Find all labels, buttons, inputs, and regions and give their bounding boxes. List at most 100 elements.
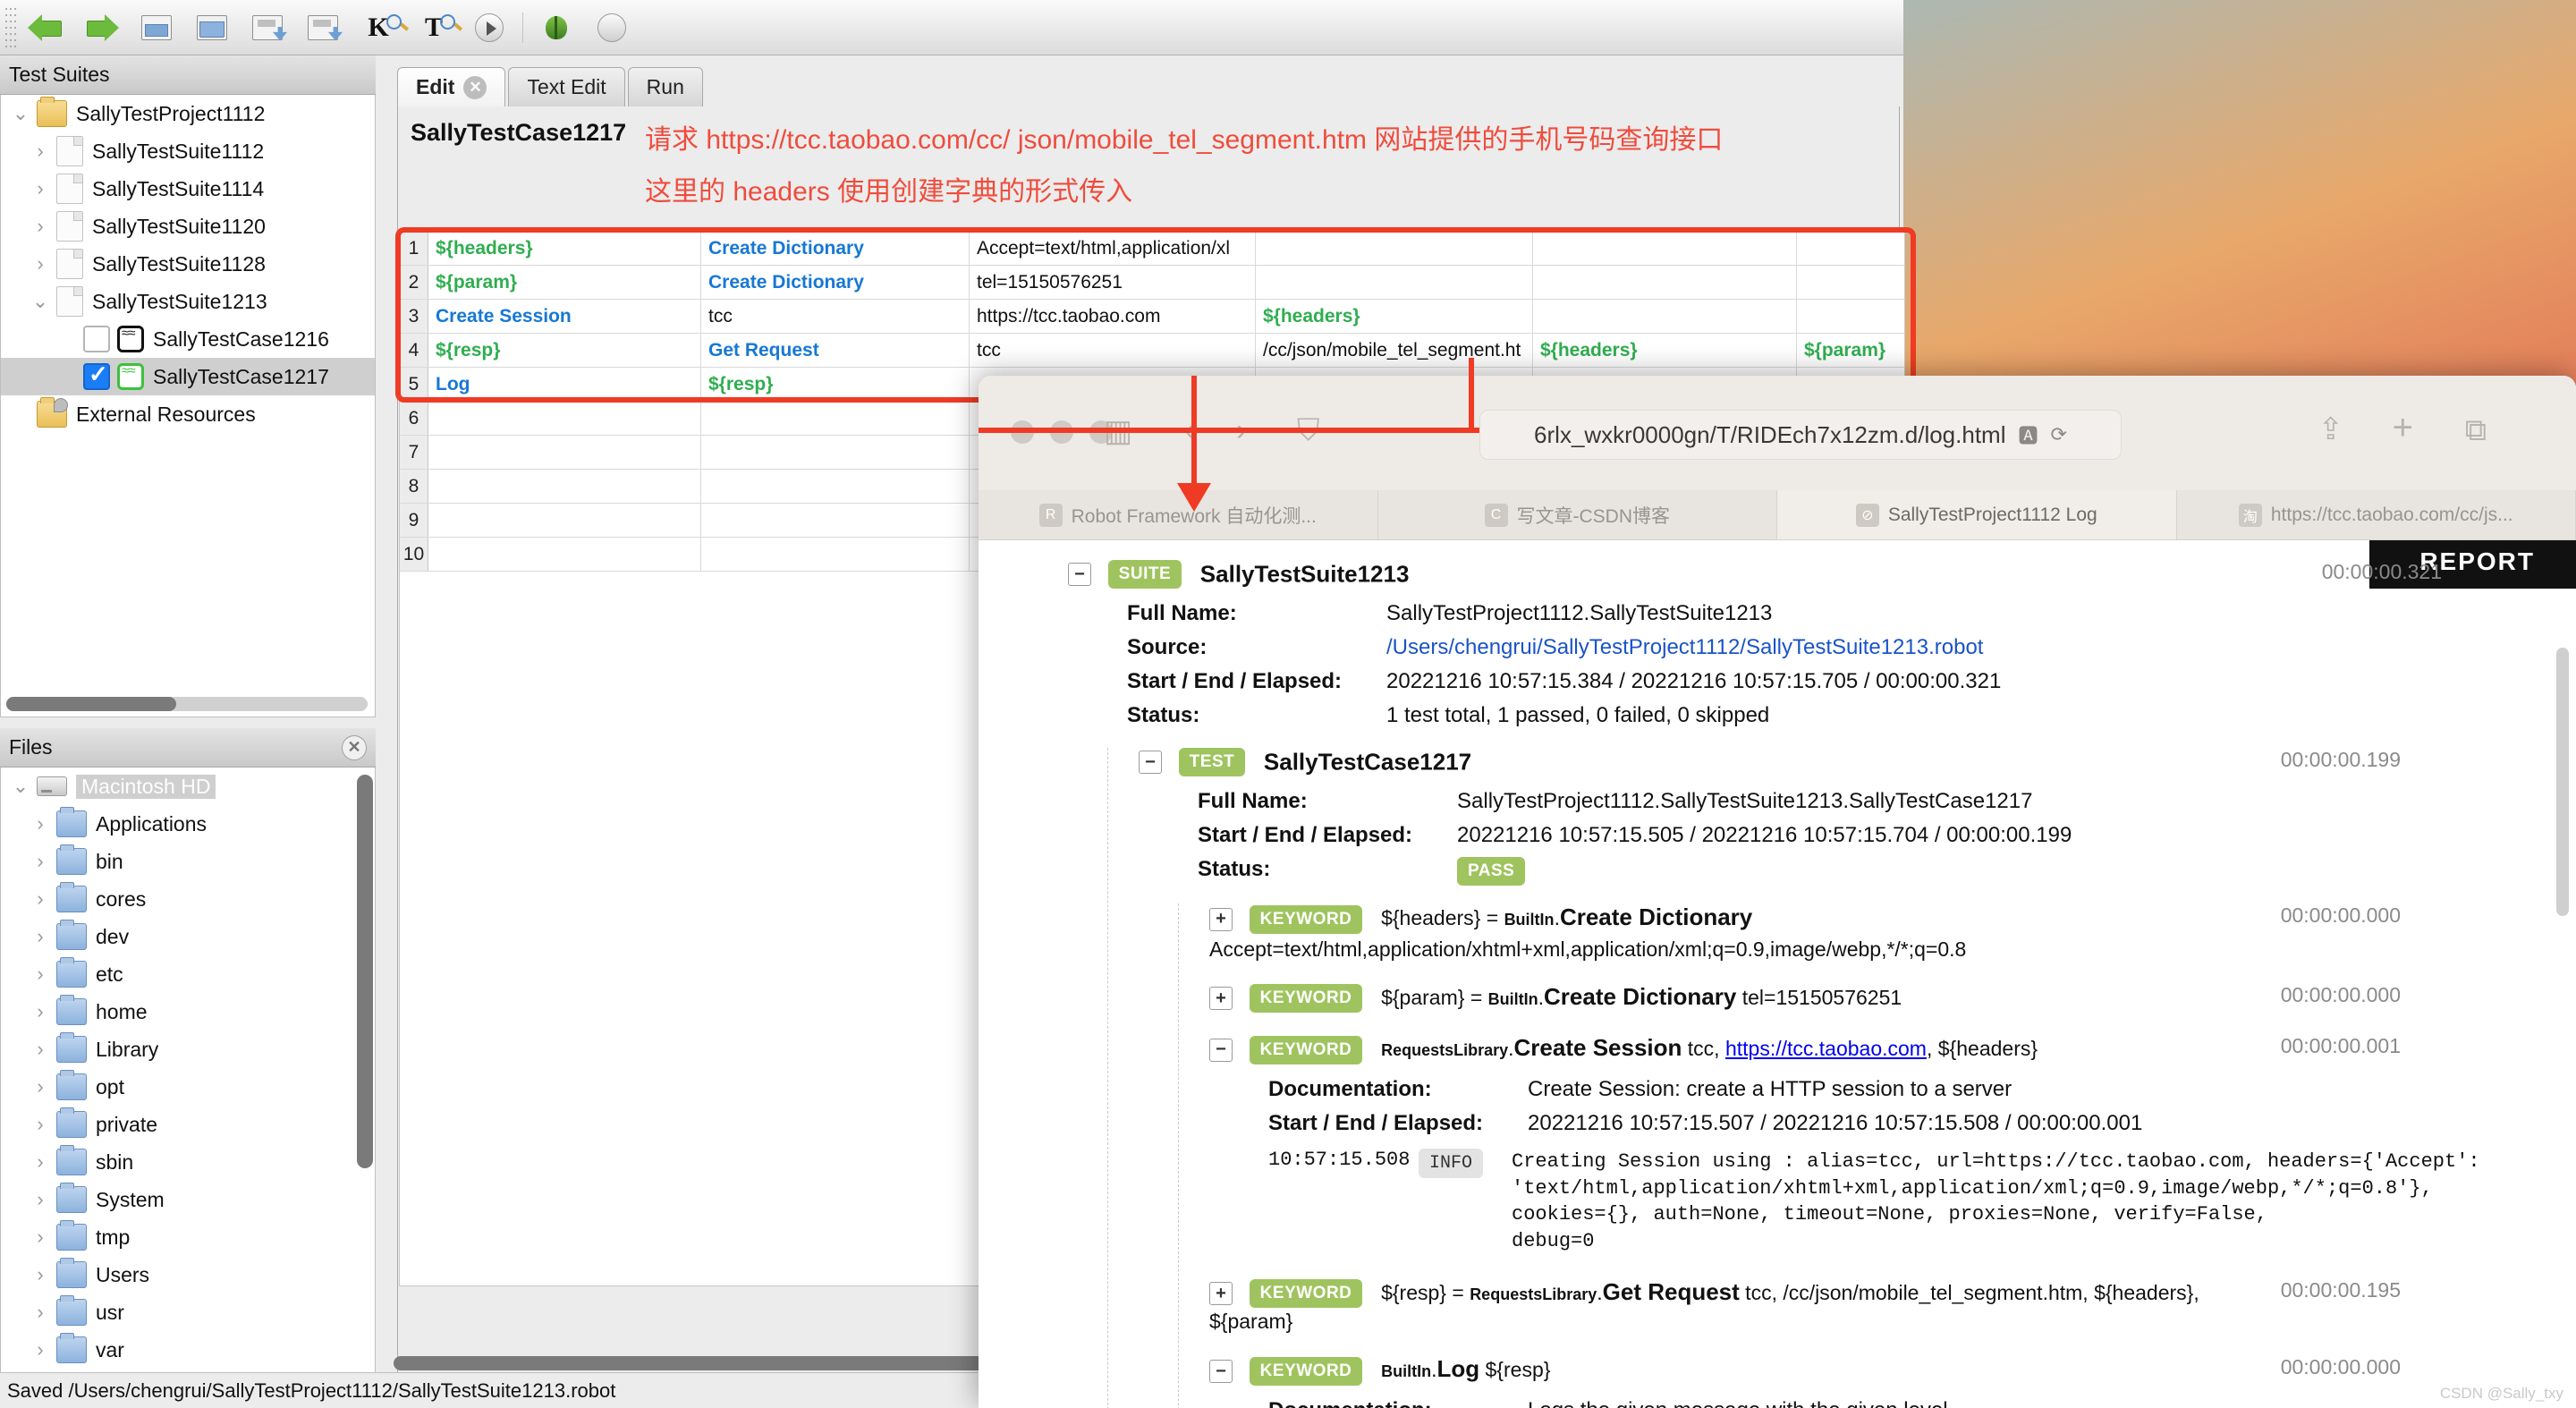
twisty-down-icon[interactable]: ⌄ [4,775,37,798]
twisty-right-icon[interactable]: › [24,1000,56,1023]
tab-edit[interactable]: Edit ✕ [397,67,506,106]
files-node-private[interactable]: › private [1,1106,375,1143]
grid-cell[interactable]: tel=15150576251 [970,266,1256,299]
suites-hscroll-thumb[interactable] [6,697,176,711]
twisty-right-icon[interactable]: › [24,1188,56,1211]
toolbar-drag-grip[interactable] [4,6,18,48]
twisty-right-icon[interactable]: › [24,1113,56,1136]
twisty-right-icon[interactable]: › [24,252,56,276]
files-node-opt[interactable]: › opt [1,1068,375,1106]
grid-cell[interactable] [1533,300,1797,333]
grid-cell[interactable]: Create Dictionary [701,232,970,265]
twisty-right-icon[interactable]: › [24,887,56,911]
twisty-right-icon[interactable]: › [24,812,56,835]
tree-node-suite-1213[interactable]: ⌄ SallyTestSuite1213 [1,283,375,320]
grid-cell[interactable] [428,504,701,537]
test-suites-tree[interactable]: ⌄ SallyTestProject1112 › SallyTestSuite1… [0,95,376,717]
files-node-etc[interactable]: › etc [1,955,375,993]
page-scrollbar-thumb[interactable] [2556,648,2569,916]
grid-cell[interactable] [1256,266,1533,299]
grid-cell[interactable] [701,402,970,435]
grid-cell[interactable]: Log [428,368,701,401]
grid-cell[interactable] [1256,232,1533,265]
twisty-down-icon[interactable]: ⌄ [4,102,37,125]
grid-cell[interactable] [428,436,701,469]
twisty-right-icon[interactable]: › [24,1338,56,1361]
twisty-right-icon[interactable]: › [24,1075,56,1098]
tree-node-suite-1114[interactable]: › SallyTestSuite1114 [1,170,375,208]
grid-cell[interactable]: ${headers} [428,232,701,265]
tree-node-case-1216[interactable]: › SallyTestCase1216 [1,320,375,358]
grid-cell[interactable] [1797,300,1904,333]
grid-cell[interactable] [1797,232,1904,265]
grid-cell[interactable] [701,470,970,503]
tree-node-case-1217[interactable]: › SallyTestCase1217 [1,358,375,395]
close-icon[interactable]: ✕ [463,75,487,99]
files-node-users[interactable]: › Users [1,1256,375,1293]
twisty-right-icon[interactable]: › [24,1301,56,1324]
twisty-right-icon[interactable]: › [24,925,56,948]
files-node-system[interactable]: › System [1,1181,375,1218]
files-node-dev[interactable]: › dev [1,918,375,955]
tree-node-suite-1120[interactable]: › SallyTestSuite1120 [1,208,375,245]
search-keyword-icon[interactable]: K [351,4,406,51]
tab-overview-icon[interactable]: ⧉ [2465,413,2487,448]
tree-node-external-resources[interactable]: › External Resources [1,395,375,433]
files-vscroll-thumb[interactable] [357,775,373,1168]
collapse-icon[interactable]: − [1139,751,1162,774]
reload-icon[interactable]: ⟳ [2051,423,2067,446]
address-bar[interactable]: 6rlx_wxkr0000gn/T/RIDEch7x12zm.d/log.htm… [1479,410,2122,460]
grid-cell[interactable] [1533,232,1797,265]
grid-cell[interactable]: Create Dictionary [701,266,970,299]
browser-tab-log[interactable]: ⊘ SallyTestProject1112 Log [1777,490,2177,539]
table-row[interactable]: 3 Create Session tcc https://tcc.taobao.com… [400,300,1904,334]
grid-cell[interactable]: ${resp} [428,334,701,367]
open-directory-icon[interactable] [184,4,240,51]
files-node-sbin[interactable]: › sbin [1,1143,375,1181]
twisty-right-icon[interactable]: › [24,1150,56,1174]
close-icon[interactable]: ✕ [342,734,367,760]
twisty-right-icon[interactable]: › [24,177,56,200]
twisty-right-icon[interactable]: › [24,1263,56,1286]
expand-icon[interactable]: + [1209,987,1233,1011]
suites-hscroll-track[interactable] [6,697,368,711]
browser-tab-taobao[interactable]: 淘 https://tcc.taobao.com/cc/js... [2177,490,2576,539]
grid-cell[interactable]: ${param} [1797,334,1904,367]
grid-cell[interactable]: Get Request [701,334,970,367]
grid-cell[interactable] [1797,266,1904,299]
files-node-cores[interactable]: › cores [1,880,375,918]
files-node-applications[interactable]: › Applications [1,805,375,843]
table-row[interactable]: 4 ${resp} Get Request tcc/cc/json/mobile_te… [400,334,1904,368]
forward-arrow-icon[interactable] [73,4,129,51]
tree-node-suite-1112[interactable]: › SallyTestSuite1112 [1,132,375,170]
collapse-icon[interactable]: − [1209,1038,1233,1062]
debug-icon[interactable] [529,4,584,51]
tab-run[interactable]: Run [627,67,703,106]
grid-cell[interactable] [701,436,970,469]
files-node-var[interactable]: › var [1,1331,375,1369]
suite-source-link[interactable]: /Users/chengrui/SallyTestProject1112/Sal… [1386,635,1983,659]
twisty-right-icon[interactable]: › [24,215,56,238]
grid-cell[interactable]: /cc/json/mobile_tel_segment.ht [1256,334,1533,367]
grid-cell[interactable] [428,470,701,503]
grid-cell[interactable] [701,538,970,571]
collapse-icon[interactable]: − [1068,563,1091,586]
table-row[interactable]: 2 ${param} Create Dictionary tel=1515057625… [400,266,1904,300]
grid-cell[interactable]: tcc [970,334,1256,367]
stop-icon[interactable] [584,4,640,51]
tab-text-edit[interactable]: Text Edit [508,67,625,106]
twisty-right-icon[interactable]: › [24,1226,56,1249]
files-node-library[interactable]: › Library [1,1031,375,1068]
table-row[interactable]: 1 ${headers} Create Dictionary Accept=text/… [400,232,1904,266]
grid-cell[interactable]: tcc [701,300,970,333]
twisty-right-icon[interactable]: › [24,963,56,986]
keyword-arg-link[interactable]: https://tcc.taobao.com [1725,1037,1927,1060]
editor-hscroll-thumb[interactable] [394,1356,984,1370]
save-all-icon[interactable] [295,4,351,51]
tree-node-suite-1128[interactable]: › SallyTestSuite1128 [1,245,375,283]
collapse-icon[interactable]: − [1209,1360,1233,1384]
twisty-right-icon[interactable]: › [24,140,56,163]
translate-icon[interactable]: 🅰 [2019,420,2038,449]
grid-cell[interactable] [701,504,970,537]
grid-cell[interactable]: ${headers} [1533,334,1797,367]
